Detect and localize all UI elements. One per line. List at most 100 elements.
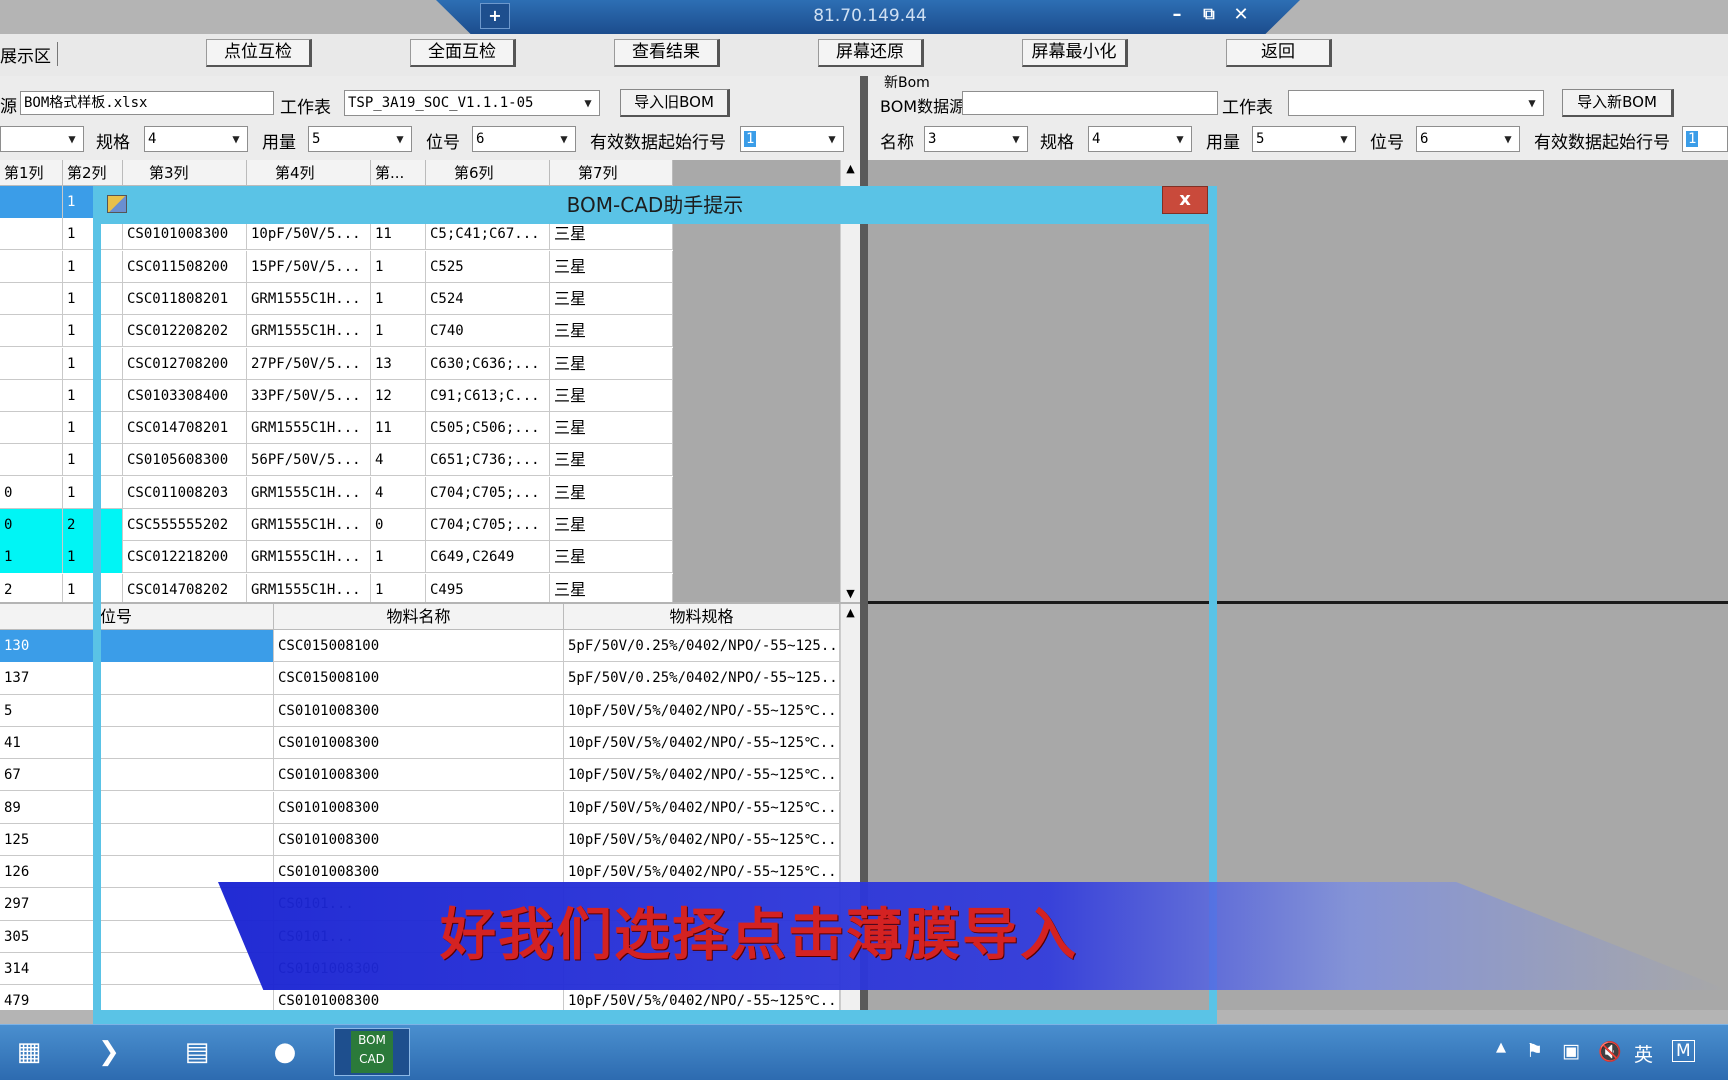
server-manager-icon[interactable]: ▦ — [0, 1028, 58, 1076]
bom-cad-icon: BOM CAD — [351, 1031, 393, 1073]
import-old-bom-button[interactable]: 导入旧BOM — [620, 89, 730, 117]
powershell-icon[interactable]: ❯ — [80, 1028, 138, 1076]
new-qty-select[interactable]: 5 ▼ — [1252, 126, 1356, 152]
chevron-down-icon[interactable]: ▼ — [1007, 129, 1025, 149]
firefox-icon[interactable]: ● — [256, 1028, 314, 1076]
old-pos-select[interactable]: 6 ▼ — [472, 126, 576, 152]
old-start-row-select[interactable]: 1 ▼ — [740, 126, 844, 152]
video-subtitle: 好我们选择点击薄膜导入 — [440, 903, 1078, 968]
old-name-select[interactable]: ▼ — [0, 126, 84, 152]
scroll-up-icon[interactable]: ▲ — [841, 162, 860, 175]
volume-muted-icon[interactable]: 🔇 — [1598, 1040, 1622, 1063]
new-bom-source-field[interactable] — [962, 91, 1218, 115]
new-start-row-label: 有效数据起始行号 — [1534, 133, 1670, 153]
view-results-button[interactable]: 查看结果 — [614, 39, 720, 67]
new-start-row-value: 1 — [1686, 131, 1699, 147]
table-cell[interactable] — [0, 282, 63, 315]
new-pos-label: 位号 — [1370, 133, 1404, 153]
close-icon[interactable]: ✕ — [1228, 4, 1254, 25]
taskbar-bom-cad-app[interactable]: BOM CAD — [334, 1028, 410, 1076]
tray-expand-icon[interactable]: ▲ — [1496, 1040, 1506, 1055]
old-qty-value: 5 — [312, 131, 321, 147]
import-new-bom-button[interactable]: 导入新BOM — [1562, 89, 1674, 117]
chevron-down-icon[interactable]: ▼ — [1335, 129, 1353, 149]
spec-label: 规格 — [96, 133, 130, 153]
table-cell[interactable] — [0, 186, 63, 218]
old-bom-source-field[interactable]: BOM格式样板.xlsx — [20, 91, 274, 115]
new-name-label: 名称 — [880, 133, 914, 153]
restore-screen-button[interactable]: 屏幕还原 — [818, 39, 924, 67]
pin-icon[interactable]: + — [480, 3, 510, 29]
new-name-value: 3 — [928, 131, 937, 147]
dialog-bottom-border — [93, 1010, 1217, 1024]
col-header-2[interactable]: 第2列 — [63, 160, 123, 186]
network-icon[interactable]: ▣ — [1562, 1040, 1580, 1062]
new-spec-value: 4 — [1092, 131, 1101, 147]
chevron-down-icon[interactable]: ▼ — [823, 129, 841, 149]
point-check-button[interactable]: 点位互检 — [206, 39, 312, 67]
new-pos-value: 6 — [1420, 131, 1429, 147]
new-sheet-select[interactable]: ▼ — [1288, 90, 1544, 116]
table-cell[interactable] — [0, 218, 63, 251]
chevron-down-icon[interactable]: ▼ — [391, 129, 409, 149]
ime-mode-indicator[interactable]: M — [1672, 1040, 1695, 1062]
full-check-button[interactable]: 全面互检 — [410, 39, 516, 67]
new-name-select[interactable]: 3 ▼ — [924, 126, 1028, 152]
old-spec-select[interactable]: 4 ▼ — [144, 126, 248, 152]
qty-label: 用量 — [262, 133, 296, 153]
old-sheet-select[interactable]: TSP_3A19_SOC_V1.1.1-05 ▼ — [344, 90, 600, 116]
new-spec-label: 规格 — [1040, 133, 1074, 153]
new-qty-label: 用量 — [1206, 133, 1240, 153]
new-source-label: BOM数据源 — [880, 97, 966, 116]
table-cell[interactable] — [0, 379, 63, 412]
col-header-1[interactable]: 第1列 — [0, 160, 63, 186]
dialog-title: BOM-CAD助手提示 — [566, 193, 744, 217]
file-explorer-icon[interactable]: ▤ — [168, 1028, 226, 1076]
col-header-6[interactable]: 第6列 — [426, 160, 550, 186]
table-cell[interactable] — [0, 315, 63, 348]
source-label: 源 — [0, 97, 17, 117]
col-header-3[interactable]: 第3列 — [123, 160, 247, 186]
col-header-4[interactable]: 第4列 — [247, 160, 371, 186]
table-cell[interactable]: 1 — [0, 541, 63, 574]
dialog-close-button[interactable]: x — [1162, 186, 1208, 214]
table-cell[interactable] — [0, 347, 63, 380]
old-qty-select[interactable]: 5 ▼ — [308, 126, 412, 152]
chevron-down-icon[interactable]: ▼ — [63, 129, 81, 149]
table-cell[interactable]: 2 — [0, 573, 63, 602]
old-start-row-value: 1 — [744, 131, 757, 147]
start-row-label: 有效数据起始行号 — [590, 133, 726, 153]
table-cell[interactable]: 0 — [0, 476, 63, 509]
old-spec-value: 4 — [148, 131, 157, 147]
new-sheet-label: 工作表 — [1222, 98, 1273, 118]
table-cell[interactable] — [0, 444, 63, 477]
input-language[interactable]: 英 — [1634, 1040, 1653, 1067]
table-cell[interactable] — [0, 412, 63, 445]
chevron-down-icon[interactable]: ▼ — [227, 129, 245, 149]
table-cell[interactable]: 0 — [0, 509, 63, 541]
old-pos-value: 6 — [476, 131, 485, 147]
new-start-row-select[interactable]: 1 — [1682, 126, 1728, 152]
col-header-7[interactable]: 第7列 — [550, 160, 673, 186]
restore-icon[interactable]: ⧉ — [1196, 4, 1222, 24]
new-bom-group-title: 新Bom — [884, 75, 930, 91]
table-cell[interactable] — [0, 250, 63, 283]
pos-label: 位号 — [426, 133, 460, 153]
flag-icon[interactable]: ⚑ — [1526, 1040, 1543, 1062]
new-spec-select[interactable]: 4 ▼ — [1088, 126, 1192, 152]
new-pos-select[interactable]: 6 ▼ — [1416, 126, 1520, 152]
display-area-tab[interactable]: 展示区 — [0, 42, 58, 67]
chevron-down-icon[interactable]: ▼ — [579, 93, 597, 113]
chevron-down-icon[interactable]: ▼ — [555, 129, 573, 149]
chevron-down-icon[interactable]: ▼ — [1523, 93, 1541, 113]
chevron-down-icon[interactable]: ▼ — [1499, 129, 1517, 149]
chevron-down-icon[interactable]: ▼ — [1171, 129, 1189, 149]
col-header-5[interactable]: 第... — [371, 160, 426, 186]
minimize-icon[interactable]: – — [1164, 4, 1190, 25]
sheet-label: 工作表 — [280, 98, 331, 118]
minimize-screen-button[interactable]: 屏幕最小化 — [1022, 39, 1128, 67]
old-sheet-value: TSP_3A19_SOC_V1.1.1-05 — [348, 95, 534, 111]
new-qty-value: 5 — [1256, 131, 1265, 147]
back-button[interactable]: 返回 — [1226, 39, 1332, 67]
remote-host-title: 81.70.149.44 — [813, 6, 927, 26]
